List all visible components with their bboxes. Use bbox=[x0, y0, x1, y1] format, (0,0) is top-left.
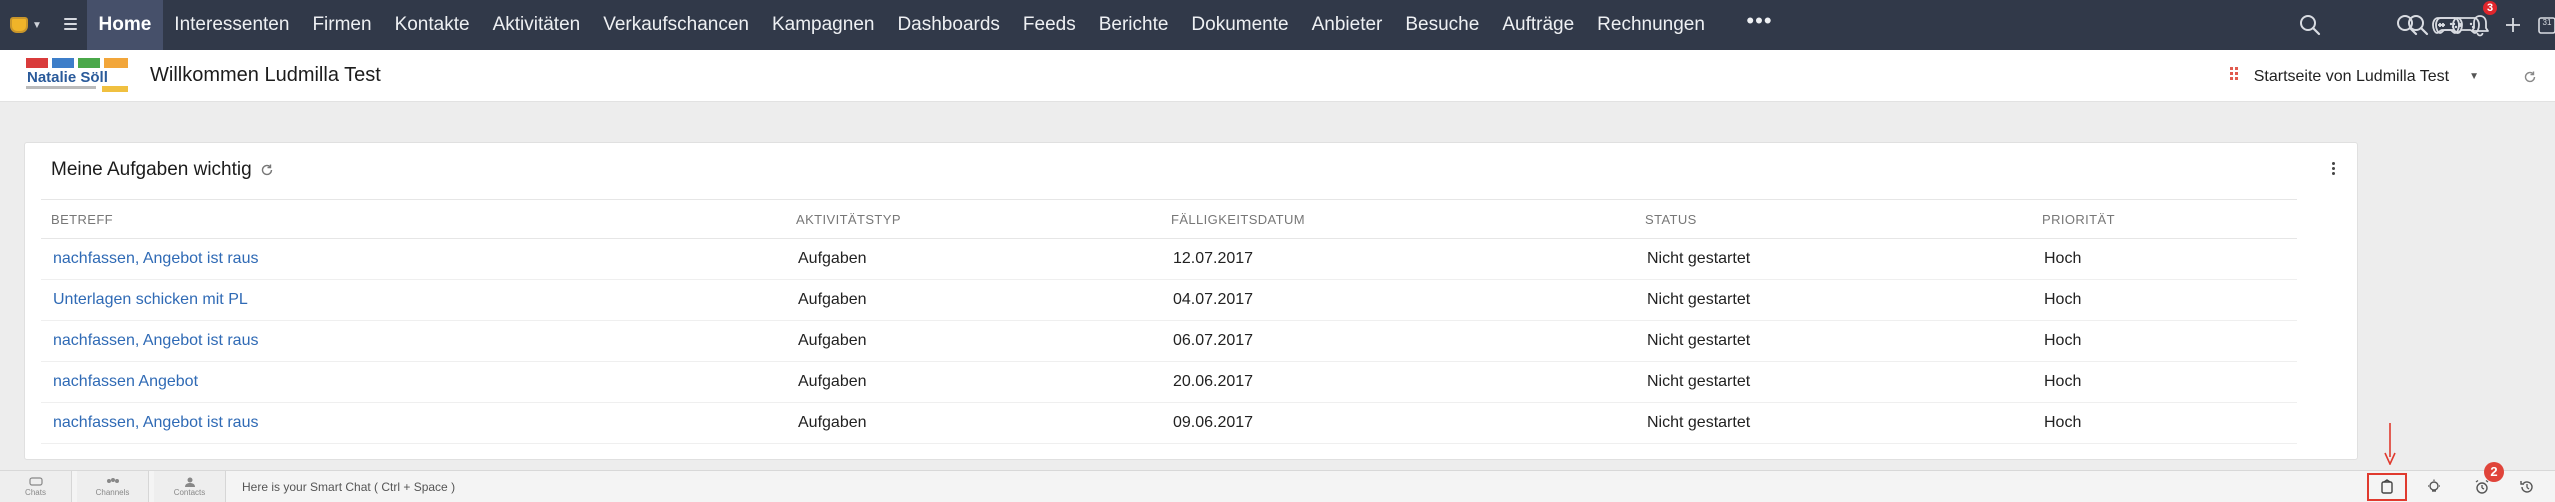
footer-tab-chats[interactable]: Chats bbox=[0, 471, 72, 502]
widget-refresh-icon[interactable] bbox=[260, 163, 274, 177]
home-switch-label: Startseite von Ludmilla Test bbox=[2253, 67, 2450, 85]
nav-tab-kampagnen[interactable]: Kampagnen bbox=[760, 0, 885, 50]
annotation-arrow bbox=[2384, 423, 2396, 465]
table-row[interactable]: Unterlagen schicken mit PL Aufgaben 04.07.… bbox=[41, 280, 2297, 321]
page-header: Natalie Söll Willkommen Ludmilla Test St… bbox=[0, 50, 2555, 102]
nav-tab-anbieter[interactable]: Anbieter bbox=[1300, 0, 1394, 50]
company-logo: Natalie Söll bbox=[24, 56, 134, 96]
tasks-widget: Meine Aufgaben wichtig BETREFF AKTIVITÄTS… bbox=[24, 142, 2358, 460]
calendar-day: 31 bbox=[2542, 18, 2552, 27]
add-plus-icon[interactable] bbox=[2496, 9, 2530, 41]
notifications-bell-icon[interactable]: 3 bbox=[2463, 1, 2497, 41]
nav-tab-berichte[interactable]: Berichte bbox=[1087, 0, 1180, 50]
task-subject-link[interactable]: nachfassen, Angebot ist raus bbox=[41, 250, 786, 268]
nav-tab-kontakte[interactable]: Kontakte bbox=[383, 0, 481, 50]
game-controller-icon[interactable] bbox=[2429, 9, 2463, 41]
mobile-sync-icon[interactable] bbox=[2367, 473, 2407, 501]
widget-more-menu-icon[interactable] bbox=[2327, 159, 2339, 177]
footer-bar: Chats Channels Contacts bbox=[0, 470, 2555, 502]
task-subject-link[interactable]: nachfassen, Angebot ist raus bbox=[41, 332, 786, 350]
nav-tab-verkaufschancen[interactable]: Verkaufschancen bbox=[592, 0, 761, 50]
footer-tab-label: Contacts bbox=[173, 488, 206, 497]
nav-tab-feeds[interactable]: Feeds bbox=[1011, 0, 1087, 50]
nav-tab-home[interactable]: Home bbox=[87, 0, 163, 50]
table-body: nachfassen, Angebot ist raus Aufgaben 12.0… bbox=[41, 239, 2297, 444]
table-cell-type: Aufgaben bbox=[798, 414, 867, 431]
contact-icon bbox=[184, 477, 195, 487]
footer-tab-contacts[interactable]: Contacts bbox=[154, 471, 226, 502]
column-header[interactable]: STATUS bbox=[1635, 212, 2032, 227]
table-row[interactable]: nachfassen, Angebot ist raus Aufgaben 06.0… bbox=[41, 321, 2297, 362]
task-subject-link[interactable]: nachfassen, Angebot ist raus bbox=[41, 414, 786, 432]
crm-logo-icon bbox=[10, 17, 28, 33]
app-switcher-button[interactable]: ▼ bbox=[10, 14, 46, 36]
table-cell-status: Nicht gestartet bbox=[1647, 332, 1751, 349]
logo-text: Natalie Söll bbox=[27, 69, 108, 86]
widget-title: Meine Aufgaben wichtig bbox=[51, 159, 274, 181]
search-icon[interactable] bbox=[2390, 9, 2424, 41]
more-tabs-icon[interactable]: ••• bbox=[1716, 0, 1790, 50]
table-row[interactable]: nachfassen, Angebot ist raus Aufgaben 09.0… bbox=[41, 403, 2297, 444]
refresh-icon[interactable] bbox=[2523, 70, 2537, 89]
table-cell-due: 20.06.2017 bbox=[1173, 373, 1254, 390]
table-cell-priority: Hoch bbox=[2044, 250, 2082, 267]
table-cell-type: Aufgaben bbox=[798, 373, 867, 390]
table-cell-status: Nicht gestartet bbox=[1647, 373, 1751, 390]
nav-tab-interessenten[interactable]: Interessenten bbox=[163, 0, 301, 50]
table-row[interactable]: nachfassen Angebot Aufgaben 20.06.2017 Nich… bbox=[41, 362, 2297, 403]
nav-tab-dokumente[interactable]: Dokumente bbox=[1180, 0, 1300, 50]
table-cell-due: 06.07.2017 bbox=[1173, 332, 1254, 349]
table-cell-priority: Hoch bbox=[2044, 414, 2082, 431]
tasks-table: BETREFF AKTIVITÄTSTYP FÄLLIGKEITSDATUM STAT… bbox=[41, 199, 2297, 444]
footer-tab-label: Channels bbox=[95, 488, 130, 497]
table-cell-type: Aufgaben bbox=[798, 332, 867, 349]
task-subject-link[interactable]: nachfassen Angebot bbox=[41, 373, 786, 391]
nav-tab-rechnungen[interactable]: Rechnungen bbox=[1586, 0, 1717, 50]
channels-icon bbox=[106, 478, 119, 483]
table-cell-due: 12.07.2017 bbox=[1173, 250, 1254, 267]
table-cell-status: Nicht gestartet bbox=[1647, 291, 1751, 308]
home-page-switcher[interactable]: Startseite von Ludmilla Test ▼ bbox=[2229, 67, 2479, 86]
chat-icon bbox=[28, 477, 43, 486]
notification-count-badge: 3 bbox=[2483, 1, 2497, 15]
hamburger-menu-icon[interactable] bbox=[64, 12, 86, 36]
table-cell-priority: Hoch bbox=[2044, 291, 2082, 308]
table-cell-status: Nicht gestartet bbox=[1647, 414, 1751, 431]
column-header[interactable]: PRIORITÄT bbox=[2032, 212, 2297, 227]
search-icon[interactable] bbox=[2293, 9, 2327, 41]
top-navigation-bar: ▼ Home Interessenten Firmen Kontakte Aktivit… bbox=[0, 0, 2555, 50]
nav-tab-firmen[interactable]: Firmen bbox=[301, 0, 383, 50]
chevron-down-icon: ▼ bbox=[2469, 71, 2479, 82]
smart-chat-input[interactable] bbox=[230, 471, 730, 502]
table-header: BETREFF AKTIVITÄTSTYP FÄLLIGKEITSDATUM STAT… bbox=[41, 199, 2297, 239]
reminder-count-badge: 2 bbox=[2484, 462, 2504, 482]
grid-icon bbox=[2229, 67, 2244, 86]
column-header[interactable]: FÄLLIGKEITSDATUM bbox=[1161, 212, 1635, 227]
task-subject-link[interactable]: Unterlagen schicken mit PL bbox=[41, 291, 786, 309]
nav-tab-aufträge[interactable]: Aufträge bbox=[1491, 0, 1586, 50]
nav-tab-dashboards[interactable]: Dashboards bbox=[886, 0, 1011, 50]
column-header[interactable]: BETREFF bbox=[41, 212, 786, 227]
page-title: Willkommen Ludmilla Test bbox=[150, 64, 381, 86]
widget-title-text: Meine Aufgaben wichtig bbox=[51, 159, 252, 180]
column-header[interactable]: AKTIVITÄTSTYP bbox=[786, 212, 1161, 227]
nav-tab-aktivitäten[interactable]: Aktivitäten bbox=[481, 0, 592, 50]
table-row[interactable]: nachfassen, Angebot ist raus Aufgaben 12.0… bbox=[41, 239, 2297, 280]
table-cell-due: 09.06.2017 bbox=[1173, 414, 1254, 431]
module-tabs: Home Interessenten Firmen Kontakte Aktivität… bbox=[87, 0, 1791, 50]
table-cell-type: Aufgaben bbox=[798, 250, 867, 267]
table-cell-due: 04.07.2017 bbox=[1173, 291, 1254, 308]
nav-tab-besuche[interactable]: Besuche bbox=[1394, 0, 1491, 50]
calendar-icon[interactable]: 31 bbox=[2530, 9, 2555, 41]
table-cell-priority: Hoch bbox=[2044, 373, 2082, 390]
footer-tab-channels[interactable]: Channels bbox=[77, 471, 149, 502]
history-icon[interactable] bbox=[2507, 473, 2547, 501]
lightbulb-icon[interactable] bbox=[2414, 473, 2454, 501]
table-cell-status: Nicht gestartet bbox=[1647, 250, 1751, 267]
footer-tab-label: Chats bbox=[25, 488, 46, 497]
table-cell-type: Aufgaben bbox=[798, 291, 867, 308]
caret-down-icon: ▼ bbox=[32, 19, 42, 31]
table-cell-priority: Hoch bbox=[2044, 332, 2082, 349]
